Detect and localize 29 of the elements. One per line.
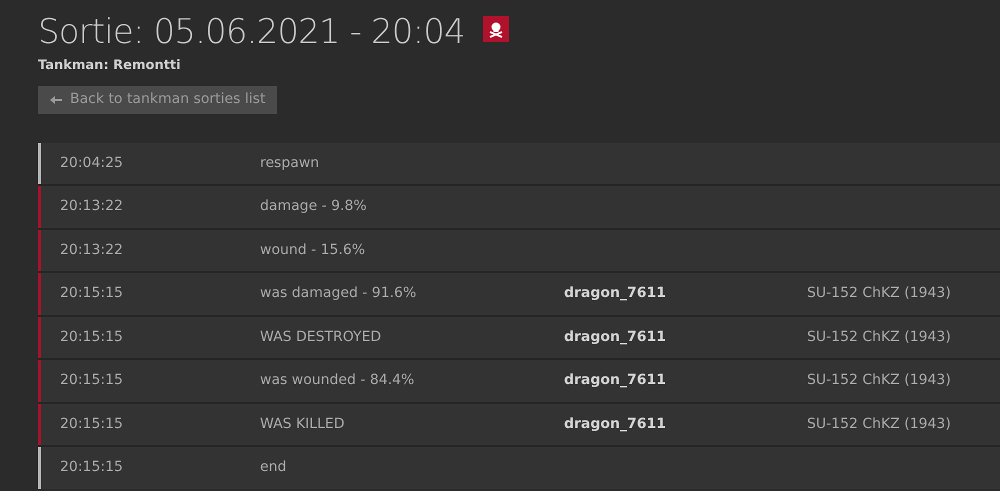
event-time: 20:15:15 — [59, 414, 124, 434]
vehicle-name: SU-152 ChKZ (1943) — [807, 328, 951, 345]
vehicle-name: SU-152 ChKZ (1943) — [807, 372, 951, 388]
event-time: 20:13:22 — [59, 240, 124, 260]
event-description: WAS KILLED — [260, 414, 346, 434]
event-description: respawn — [260, 154, 320, 173]
event-description: end — [260, 458, 288, 478]
arrow-left-icon — [50, 94, 62, 104]
skull-icon — [482, 16, 509, 42]
player-name: dragon_7611 — [564, 372, 666, 388]
player-name: dragon_7611 — [564, 328, 666, 345]
back-button[interactable]: Back to tankman sorties list — [38, 86, 278, 114]
event-time: 20:15:15 — [59, 371, 124, 390]
page-title: Sortie: 05.06.2021 - 20:04 — [38, 11, 465, 54]
event-description: was wounded - 84.4% — [260, 371, 416, 390]
player-name: dragon_7611 — [564, 285, 666, 302]
event-description: WAS DESTROYED — [260, 328, 382, 347]
event-time: 20:15:15 — [59, 284, 124, 304]
event-time: 20:13:22 — [59, 197, 124, 216]
tankman-name: Tankman: Remontti — [38, 57, 182, 75]
event-time: 20:15:15 — [59, 328, 124, 347]
player-name: dragon_7611 — [564, 416, 666, 432]
vehicle-name: SU-152 ChKZ (1943) — [807, 285, 951, 302]
event-description: damage - 9.8% — [260, 197, 368, 216]
event-description: wound - 15.6% — [260, 240, 366, 260]
event-time: 20:15:15 — [59, 458, 124, 478]
event-time: 20:04:25 — [59, 154, 124, 173]
vehicle-name: SU-152 ChKZ (1943) — [807, 416, 951, 432]
event-description: was damaged - 91.6% — [260, 284, 418, 304]
